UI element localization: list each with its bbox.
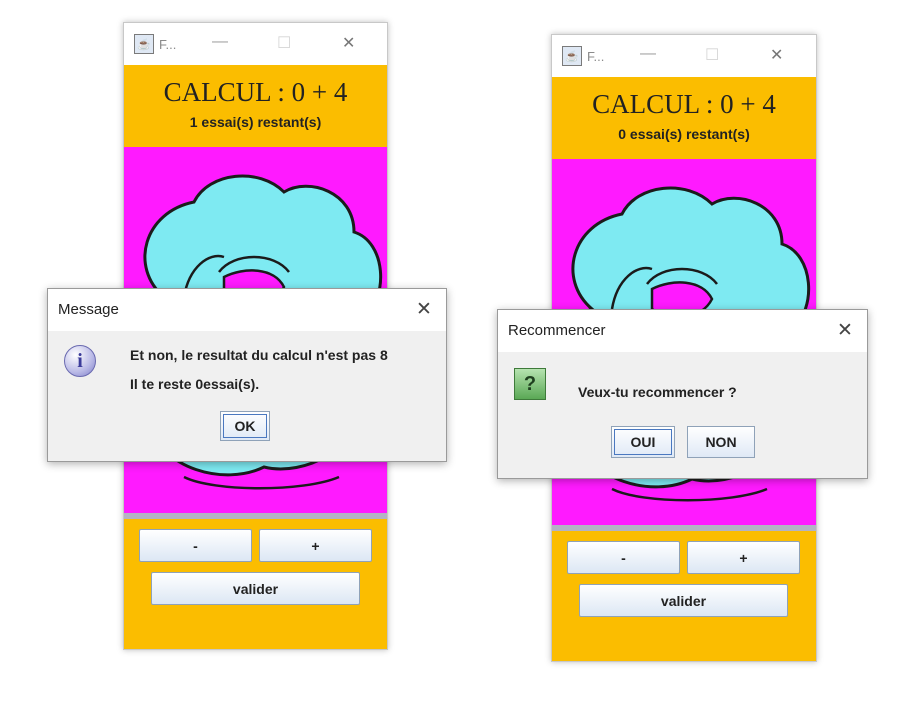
yes-button[interactable]: OUI	[611, 426, 675, 458]
maximize-button[interactable]: ☐	[277, 33, 291, 53]
question-text: Veux-tu recommencer ?	[578, 384, 737, 400]
no-button[interactable]: NON	[687, 426, 755, 458]
validate-button[interactable]: valider	[151, 572, 360, 605]
dialog-title: Message	[58, 301, 119, 318]
dialog-close-button[interactable]: ✕	[837, 319, 853, 342]
minimize-button[interactable]: —	[212, 33, 228, 51]
close-button[interactable]: ✕	[770, 45, 783, 65]
info-icon: i	[64, 345, 96, 377]
java-app-icon: ☕	[562, 46, 582, 66]
question-icon: ?	[514, 368, 546, 400]
title-bar: ☕ F... — ☐ ✕	[124, 23, 387, 65]
dialog-title: Recommencer	[508, 322, 606, 339]
dialog-title-bar: Recommencer ✕	[498, 310, 867, 352]
calc-header: CALCUL : 0 + 4 1 essai(s) restant(s)	[124, 65, 387, 147]
maximize-button[interactable]: ☐	[705, 45, 719, 65]
separator	[552, 525, 816, 531]
message-line-1: Et non, le resultat du calcul n'est pas …	[130, 347, 388, 363]
calc-label: CALCUL : 0 + 4	[163, 77, 348, 107]
minimize-button[interactable]: —	[640, 45, 656, 63]
message-dialog: Message ✕ i Et non, le resultat du calcu…	[47, 288, 447, 462]
close-button[interactable]: ✕	[342, 33, 355, 53]
ok-button[interactable]: OK	[220, 411, 270, 441]
tries-remaining: 1 essai(s) restant(s)	[189, 114, 322, 130]
calc-label: CALCUL : 0 + 4	[592, 89, 776, 119]
separator	[124, 513, 387, 519]
calc-header: CALCUL : 0 + 4 0 essai(s) restant(s)	[552, 77, 816, 159]
restart-dialog: Recommencer ✕ ? Veux-tu recommencer ? OU…	[497, 309, 868, 479]
minus-button[interactable]: -	[567, 541, 680, 574]
window-title: F...	[587, 48, 605, 64]
window-title: F...	[159, 36, 177, 52]
plus-button[interactable]: +	[259, 529, 372, 562]
java-app-icon: ☕	[134, 34, 154, 54]
validate-button[interactable]: valider	[579, 584, 788, 617]
minus-button[interactable]: -	[139, 529, 252, 562]
dialog-close-button[interactable]: ✕	[416, 298, 432, 321]
message-line-2: Il te reste 0essai(s).	[130, 376, 260, 392]
plus-button[interactable]: +	[687, 541, 800, 574]
title-bar: ☕ F... — ☐ ✕	[552, 35, 816, 77]
dialog-title-bar: Message ✕	[48, 289, 446, 331]
tries-remaining: 0 essai(s) restant(s)	[618, 126, 750, 142]
